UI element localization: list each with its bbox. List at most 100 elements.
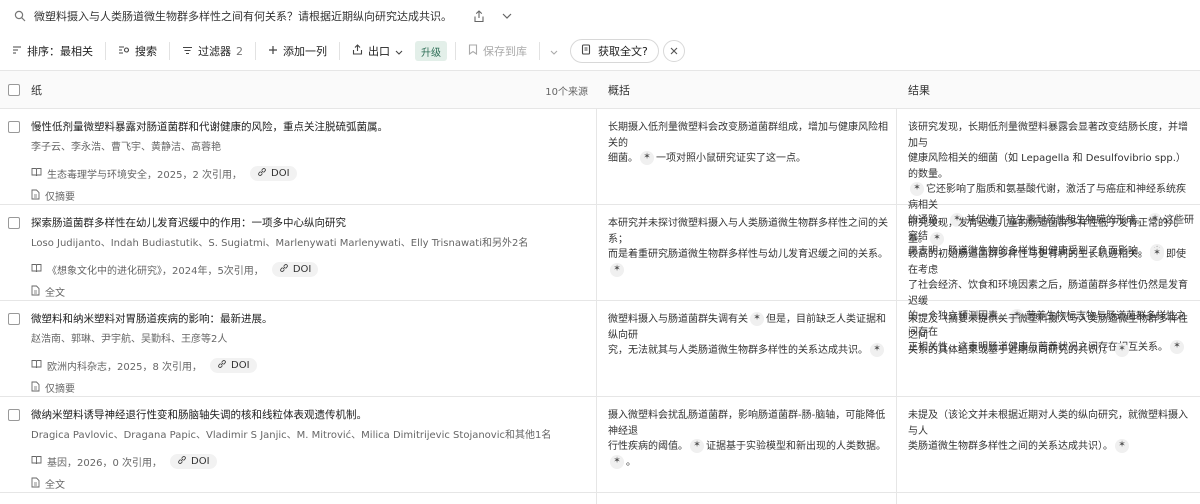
- row-checkbox[interactable]: [8, 313, 20, 328]
- citation-star[interactable]: ✶: [750, 312, 764, 326]
- divider: [169, 42, 170, 60]
- share-icon[interactable]: [470, 7, 488, 25]
- summary-line: 行性疾病的阈值。 ✶ 证据基于实验模型和新出现的人类数据。✶。: [608, 439, 886, 469]
- doi-label: DOI: [292, 264, 312, 275]
- access-type: 仅摘要: [31, 188, 587, 203]
- table-row[interactable]: 微塑料和纳米塑料对胃肠道疾病的影响：最新进展。 赵浩南、郭琳、尹宇航、吴勤科、王…: [0, 301, 1200, 397]
- fulltext-icon: [581, 44, 592, 58]
- row-checkbox[interactable]: [8, 217, 20, 232]
- citation-star[interactable]: ✶: [1150, 247, 1164, 261]
- search-button[interactable]: 搜索: [110, 39, 165, 63]
- divider: [455, 42, 456, 60]
- paper-cell: 探索肠道菌群多样性在幼儿发育迟缓中的作用：一项多中心纵向研究 Loso Judi…: [31, 216, 587, 299]
- doc-icon: [31, 381, 40, 395]
- paper-meta-text: 欧洲内科杂志，2025，8 次引用，: [47, 362, 202, 373]
- results-table: 纸 10个来源 概括 结果 慢性低剂量微塑料暴露对肠道菌群和代谢健康的风险，重点…: [0, 70, 1200, 504]
- filters-label: 过滤器: [198, 45, 231, 58]
- access-type: 全文: [31, 284, 587, 299]
- citation-star[interactable]: ✶: [910, 182, 924, 196]
- citation-star[interactable]: ✶: [870, 343, 884, 357]
- citation-star[interactable]: ✶: [930, 231, 944, 246]
- book-icon: [31, 359, 42, 372]
- close-icon: [670, 44, 678, 58]
- query-text[interactable]: 微塑料摄入与人类肠道微生物群多样性之间有何关系？请根据近期纵向研究达成共识。: [34, 8, 452, 24]
- close-button[interactable]: [662, 40, 685, 62]
- filter-icon: [182, 45, 193, 58]
- paper-meta: 基因，2026，0 次引用， DOI: [31, 454, 587, 469]
- sort-button[interactable]: 排序：最相关: [4, 39, 101, 63]
- doi-link[interactable]: DOI: [170, 454, 217, 469]
- save-to-library-button[interactable]: 保存到库: [460, 39, 535, 63]
- book-icon: [31, 263, 42, 276]
- results-line: 健康风险相关的细菌（如 Lepagella 和 Desulfovibrio sp…: [908, 153, 1186, 180]
- paper-meta-text: 《想象文化中的进化研究》，2024年，5次引用，: [47, 266, 264, 277]
- results-line: 类肠道微生物群多样性之间的关系达成共识）。 ✶: [908, 439, 1194, 455]
- get-full-text-button[interactable]: 获取全文?: [570, 39, 659, 63]
- citation-star[interactable]: ✶: [1115, 343, 1129, 357]
- results-cell: 未提及（摘要未提供关于微塑料摄入与人类肠道微生物群多样性之间 关系的具体结果或基…: [908, 312, 1194, 359]
- row-checkbox[interactable]: [8, 121, 20, 136]
- search-list-icon: [118, 45, 130, 58]
- divider: [105, 42, 106, 60]
- summary-line: 长期摄入低剂量微塑料会改变肠道菌群组成，增加与健康风险相关的: [608, 122, 888, 149]
- citation-star[interactable]: ✶: [690, 439, 704, 453]
- save-label: 保存到库: [483, 45, 527, 58]
- doi-link[interactable]: DOI: [271, 262, 319, 277]
- divider: [339, 42, 340, 60]
- column-header-results[interactable]: 结果: [908, 71, 930, 109]
- paper-title[interactable]: 探索肠道菌群多样性在幼儿发育迟缓中的作用：一项多中心纵向研究: [31, 216, 587, 230]
- column-header-summary[interactable]: 概括: [608, 71, 630, 109]
- access-type: 仅摘要: [31, 380, 587, 395]
- export-label: 出口: [368, 45, 390, 58]
- row-checkbox[interactable]: [8, 409, 20, 424]
- doi-label: DOI: [271, 168, 290, 179]
- paper-title[interactable]: 微塑料和纳米塑料对胃肠道疾病的影响：最新进展。: [31, 312, 587, 326]
- summary-line: 而是着重研究肠道微生物群多样性与幼儿发育迟缓之间的关系。✶: [608, 247, 890, 278]
- paper-authors: Dragica Pavlovic、Dragana Papic、Vladimir …: [31, 430, 552, 441]
- link-icon: [177, 455, 187, 468]
- citation-star[interactable]: ✶: [640, 151, 654, 165]
- export-button[interactable]: 出口: [344, 39, 411, 63]
- table-row[interactable]: 探索肠道菌群多样性在幼儿发育迟缓中的作用：一项多中心纵向研究 Loso Judi…: [0, 205, 1200, 354]
- citation-star[interactable]: ✶: [610, 262, 624, 277]
- paper-cell: 微塑料和纳米塑料对胃肠道疾病的影响：最新进展。 赵浩南、郭琳、尹宇航、吴勤科、王…: [31, 312, 587, 395]
- paper-authors: 李子云、李永浩、曹飞宇、黄静洁、高蓉艳: [31, 142, 221, 153]
- table-row[interactable]: 微纳米塑料诱导神经退行性变和肠脑轴失调的核和线粒体表观遗传机制。 Dragica…: [0, 397, 1200, 493]
- paper-cell: 慢性低剂量微塑料暴露对肠道菌群和代谢健康的风险，重点关注脱硫弧菌属。 李子云、李…: [31, 120, 587, 203]
- doi-label: DOI: [231, 360, 250, 371]
- paper-title[interactable]: 慢性低剂量微塑料暴露对肠道菌群和代谢健康的风险，重点关注脱硫弧菌属。: [31, 120, 587, 134]
- chevron-down-icon: [395, 45, 403, 58]
- summary-cell: 本研究并未探讨微塑料摄入与人类肠道微生物群多样性之间的关系； 而是着重研究肠道微…: [608, 216, 890, 278]
- table-row[interactable]: 慢性低剂量微塑料暴露对肠道菌群和代谢健康的风险，重点关注脱硫弧菌属。 李子云、李…: [0, 109, 1200, 258]
- save-icon: [468, 44, 478, 58]
- paper-meta-text: 基因，2026，0 次引用，: [47, 458, 162, 469]
- paper-authors: 赵浩南、郭琳、尹宇航、吴勤科、王彦等2人: [31, 334, 228, 345]
- query-bar: 微塑料摄入与人类肠道微生物群多样性之间有何关系？请根据近期纵向研究达成共识。: [0, 0, 1200, 32]
- citation-star[interactable]: ✶: [1115, 439, 1129, 453]
- paper-meta: 生态毒理学与环境安全，2025，2 次引用， DOI: [31, 166, 587, 181]
- plus-icon: [268, 45, 278, 58]
- paper-title[interactable]: 微纳米塑料诱导神经退行性变和肠脑轴失调的核和线粒体表观遗传机制。: [31, 408, 587, 422]
- export-icon: [352, 44, 363, 58]
- results-line: 未提及（摘要未提供关于微塑料摄入与人类肠道微生物群多样性之间: [908, 314, 1188, 341]
- chevron-down-icon[interactable]: [544, 44, 564, 58]
- access-label: 全文: [45, 288, 65, 299]
- sort-icon: [12, 45, 22, 58]
- doi-link[interactable]: DOI: [250, 166, 297, 181]
- access-type: 全文: [31, 476, 587, 491]
- chevron-down-icon[interactable]: [498, 7, 516, 25]
- upgrade-badge[interactable]: 升级: [415, 41, 447, 61]
- paper-meta: 欧洲内科杂志，2025，8 次引用， DOI: [31, 358, 587, 373]
- select-all-checkbox[interactable]: [8, 71, 20, 109]
- column-header-paper[interactable]: 纸: [31, 71, 42, 109]
- summary-line: 究，无法就其与人类肠道微生物群多样性的关系达成共识。 ✶: [608, 343, 890, 359]
- add-column-button[interactable]: 添加一列: [260, 39, 335, 63]
- doi-link[interactable]: DOI: [210, 358, 257, 373]
- paper-meta-text: 生态毒理学与环境安全，2025，2 次引用，: [47, 170, 242, 181]
- filters-button[interactable]: 过滤器 2: [174, 39, 251, 63]
- citation-star[interactable]: ✶: [610, 454, 624, 469]
- results-line: 未提及（该论文并未根据近期对人类的纵向研究，就微塑料摄入与人: [908, 410, 1188, 437]
- add-column-label: 添加一列: [283, 45, 327, 58]
- link-icon: [217, 359, 227, 372]
- access-label: 仅摘要: [45, 384, 75, 395]
